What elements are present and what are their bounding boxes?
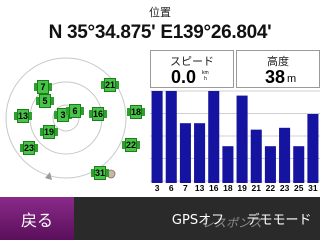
satellite-31: 31 (91, 166, 109, 180)
signal-bar-label: 31 (308, 183, 318, 193)
signal-bar-label: 19 (237, 183, 247, 193)
signal-bar-label: 3 (154, 183, 160, 193)
signal-bar-label: 22 (265, 183, 276, 193)
signal-bar-3 (151, 91, 163, 183)
signal-bar-labels: 3 6 7 13 16 18 19 21 22 23 25 31 (150, 183, 320, 195)
signal-bar-label: 16 (209, 183, 219, 193)
signal-bar-25 (293, 146, 305, 183)
satellite-13: 13 (14, 109, 32, 123)
satellite-16: 16 (89, 107, 107, 121)
satellite-7: 7 (34, 80, 52, 94)
signal-bar-16 (208, 91, 220, 183)
demo-mode-button[interactable]: デモモード (238, 197, 320, 240)
gps-off-button[interactable]: GPSオフ (158, 197, 238, 240)
altitude-unit: m (287, 73, 297, 85)
signal-bar-21 (250, 129, 262, 183)
signal-bar-7 (179, 123, 191, 183)
position-coordinates: N 35°34.875' E139°26.804' (48, 22, 272, 43)
position-panel: 位置 N 35°34.875' E139°26.804' (0, 0, 320, 48)
sky-view: 7 21 5 3 6 16 18 13 19 22 23 31 (0, 50, 148, 190)
signal-bar-label: 13 (194, 183, 205, 193)
speed-unit: km h (202, 70, 209, 82)
signal-bar-31 (307, 114, 319, 183)
satellite-6: 6 (66, 104, 84, 118)
back-button[interactable]: 戻る (0, 197, 74, 240)
signal-bar-22 (264, 146, 276, 183)
bottom-bar: 戻る GPSオフ デモモード (0, 197, 320, 240)
satellite-22: 22 (122, 138, 140, 152)
signal-bars (150, 90, 320, 183)
signal-bar-18 (222, 146, 234, 183)
altitude-value: 38 (265, 67, 286, 87)
signal-bar-label: 7 (183, 183, 188, 193)
position-title: 位置 (149, 6, 171, 19)
signal-bar-label: 18 (223, 183, 233, 193)
signal-bar-label: 23 (279, 183, 290, 193)
satellite-21: 21 (101, 78, 119, 92)
satellite-23: 23 (20, 141, 38, 155)
signal-bar-23 (279, 127, 291, 183)
signal-bar-label: 25 (294, 183, 304, 193)
satellite-5: 5 (36, 94, 54, 108)
signal-bar-19 (236, 95, 248, 183)
satellite-18: 18 (127, 105, 145, 119)
satellite-screen: 位置 N 35°34.875' E139°26.804' 7 21 5 3 6 … (0, 0, 320, 240)
signal-bar-6 (165, 91, 177, 183)
signal-strength-chart (150, 89, 320, 183)
signal-bar-label: 6 (168, 183, 174, 193)
satellite-19: 19 (40, 125, 58, 139)
speed-field: スピード 0.0 km h (150, 50, 234, 88)
signal-bar-13 (194, 123, 206, 183)
signal-bar-label: 21 (251, 183, 261, 193)
altitude-field: 高度 38 m (236, 50, 320, 88)
speed-value: 0.0 (171, 67, 197, 87)
